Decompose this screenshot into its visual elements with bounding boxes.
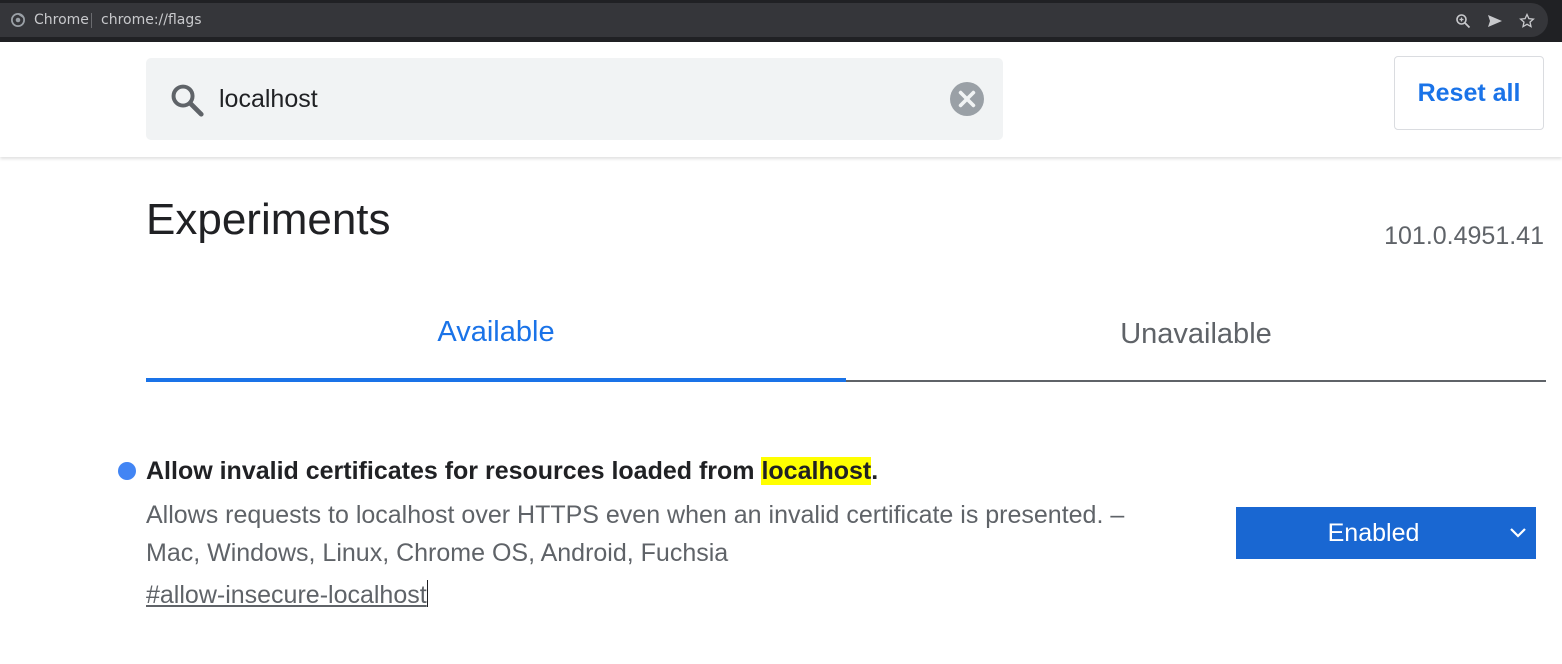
- experiment-description-line: Allows requests to localhost over HTTPS …: [146, 501, 1125, 529]
- experiment-platforms: Mac, Windows, Linux, Chrome OS, Android,…: [146, 539, 729, 567]
- experiment-title-text: Allow invalid certificates for resources…: [146, 457, 762, 485]
- experiment-state-select[interactable]: Enabled: [1236, 507, 1536, 559]
- zoom-icon[interactable]: [1455, 13, 1471, 29]
- search-box: [146, 58, 1003, 140]
- search-match-highlight: localhost: [761, 457, 872, 485]
- version-number: 101.0.4951.41: [1384, 222, 1544, 250]
- experiment-permalink-text[interactable]: #allow-insecure-localhost: [146, 581, 427, 609]
- chevron-down-icon: [1510, 528, 1526, 538]
- active-tab-indicator: [146, 378, 846, 382]
- text-caret: [426, 580, 428, 607]
- experiment-description: Allows requests to localhost over HTTPS …: [146, 496, 1196, 572]
- tab-available[interactable]: Available: [146, 300, 846, 380]
- modified-indicator: [118, 462, 136, 480]
- search-icon: [171, 84, 204, 117]
- browser-toolbar: Chrome chrome://flags: [0, 0, 1562, 42]
- experiment-permalink[interactable]: #allow-insecure-localhost: [146, 578, 428, 612]
- chrome-logo-icon: [11, 13, 25, 27]
- page-title: Experiments: [146, 195, 391, 244]
- clear-search-icon[interactable]: [950, 82, 984, 116]
- browser-name: Chrome: [34, 12, 89, 28]
- flags-header: Reset all: [0, 42, 1562, 157]
- experiment-title: Allow invalid certificates for resources…: [146, 454, 878, 488]
- experiment-title-end: .: [871, 457, 879, 485]
- tab-bar: Available Unavailable: [146, 300, 1546, 382]
- omnibox[interactable]: Chrome chrome://flags: [0, 3, 1548, 37]
- url-text[interactable]: chrome://flags: [101, 12, 202, 28]
- bookmark-star-icon[interactable]: [1519, 13, 1535, 29]
- search-input[interactable]: [219, 76, 919, 122]
- experiment-state-value: Enabled: [1327, 519, 1420, 547]
- send-tab-icon[interactable]: [1487, 13, 1503, 29]
- reset-all-button[interactable]: Reset all: [1394, 56, 1544, 130]
- url-separator: [91, 13, 92, 28]
- tab-unavailable[interactable]: Unavailable: [846, 300, 1546, 380]
